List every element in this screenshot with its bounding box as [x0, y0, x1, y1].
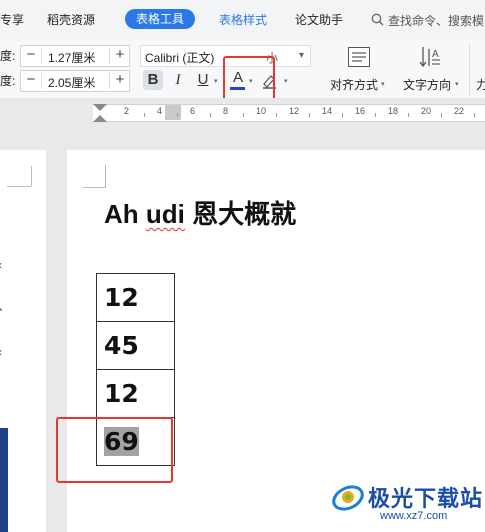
- page-text-fragment: ‹: [0, 345, 2, 359]
- tab-paper-assistant[interactable]: 论文助手: [295, 11, 343, 28]
- text-direction-dropdown-icon[interactable]: ▾: [455, 80, 459, 88]
- divider: [41, 48, 42, 64]
- search-input[interactable]: 查找命令、搜索模: [388, 12, 484, 29]
- watermark-url: www.xz7.com: [380, 510, 448, 522]
- watermark-name: 极光下载站: [368, 486, 484, 511]
- page-text-fragment: 、: [0, 297, 10, 314]
- selected-cell-highlight-box: [56, 417, 173, 483]
- document-heading[interactable]: Ah udi 恩大概就: [104, 194, 296, 231]
- row-height-increase-button[interactable]: +: [111, 46, 129, 66]
- ruler-tick-label: 10: [256, 106, 267, 116]
- ruler-tick-mark: [374, 113, 376, 117]
- ruler-tick-mark: [143, 113, 145, 117]
- align-icon[interactable]: [347, 46, 371, 68]
- table-row: 45: [96, 321, 175, 370]
- ruler-tick-mark: [440, 113, 442, 117]
- more-button-label[interactable]: 力: [476, 76, 485, 93]
- column-width-decrease-button[interactable]: −: [22, 71, 40, 91]
- ruler-tick-label: 6: [190, 106, 196, 116]
- text-direction-icon[interactable]: A: [418, 45, 442, 69]
- page-text-fragment: ‹: [0, 258, 2, 272]
- heading-text: 恩大概就: [184, 199, 297, 229]
- ruler-tick-label: 18: [388, 106, 399, 116]
- horizontal-ruler: 24681012141618202224: [0, 98, 485, 128]
- text-direction-button-label[interactable]: 文字方向: [403, 76, 451, 93]
- indent-marker-icon[interactable]: [91, 102, 109, 124]
- divider: [109, 73, 110, 89]
- bold-button[interactable]: B: [143, 70, 163, 90]
- ruler-tick-label: 8: [223, 106, 229, 116]
- underline-button[interactable]: U: [193, 70, 213, 90]
- watermark-logo-icon: [332, 485, 364, 511]
- divider: [469, 44, 470, 96]
- ruler-tick-label: 2: [124, 106, 130, 116]
- ruler-tick-label: 12: [289, 106, 300, 116]
- ruler-tick-mark: [341, 113, 343, 117]
- row-height-label: 度:: [0, 49, 16, 63]
- ruler-tick-label: 16: [355, 106, 366, 116]
- italic-button[interactable]: I: [168, 70, 188, 90]
- table-cell[interactable]: 12: [96, 273, 175, 322]
- row-height-value[interactable]: 1.27厘米: [48, 49, 95, 66]
- ruler-tick-mark: [176, 113, 178, 117]
- crop-mark: [31, 166, 32, 186]
- crop-mark: [83, 165, 106, 188]
- divider: [41, 73, 42, 89]
- crop-mark: [7, 166, 31, 187]
- row-height-field[interactable]: − 1.27厘米 +: [20, 45, 130, 67]
- tab-table-style[interactable]: 表格样式: [219, 11, 267, 28]
- ruler-tick-mark: [242, 113, 244, 117]
- tab-docer-resources[interactable]: 稻壳资源: [47, 11, 95, 28]
- highlight-dropdown-icon[interactable]: ▾: [284, 77, 288, 85]
- column-width-field[interactable]: − 2.05厘米 +: [20, 70, 130, 92]
- page-image-fragment: [0, 428, 8, 532]
- ruler-tick-label: 4: [157, 106, 163, 116]
- row-height-decrease-button[interactable]: −: [22, 46, 40, 66]
- ribbon-tab-bar: 专享 稻壳资源 表格工具 表格样式 论文助手 查找命令、搜索模: [0, 0, 485, 42]
- search-icon[interactable]: [371, 13, 384, 26]
- heading-text: Ah: [104, 199, 146, 229]
- table-cell[interactable]: 45: [96, 321, 175, 370]
- previous-page: ‹ 、 ‹: [0, 150, 46, 532]
- table-cell[interactable]: 12: [96, 369, 175, 418]
- divider: [109, 48, 110, 64]
- heading-text-misspelled: udi: [145, 199, 185, 229]
- column-width-value[interactable]: 2.05厘米: [48, 74, 95, 91]
- column-marker[interactable]: [165, 105, 181, 120]
- align-button-label[interactable]: 对齐方式: [330, 76, 378, 93]
- ruler-tick-mark: [407, 113, 409, 117]
- ruler-tick-mark: [275, 113, 277, 117]
- table-row: 12: [96, 369, 175, 418]
- ruler-tick-label: 14: [322, 106, 333, 116]
- column-width-label: 度:: [0, 74, 16, 88]
- svg-text:A: A: [432, 49, 439, 60]
- ruler-tick-mark: [209, 113, 211, 117]
- ruler-tick-label: 20: [421, 106, 432, 116]
- tab-table-tools[interactable]: 表格工具: [125, 9, 196, 29]
- underline-dropdown-icon[interactable]: ▾: [214, 77, 218, 85]
- ruler-tick-label: 22: [454, 106, 465, 116]
- table-row: 12: [96, 273, 175, 322]
- ruler-tick-mark: [473, 113, 475, 117]
- font-size-dropdown-icon[interactable]: ▾: [299, 50, 304, 61]
- tab-exclusive[interactable]: 专享: [0, 11, 24, 28]
- ruler-tick-mark: [308, 113, 310, 117]
- align-dropdown-icon[interactable]: ▾: [381, 80, 385, 88]
- column-width-increase-button[interactable]: +: [111, 71, 129, 91]
- font-name-value[interactable]: Calibri (正文): [145, 49, 214, 66]
